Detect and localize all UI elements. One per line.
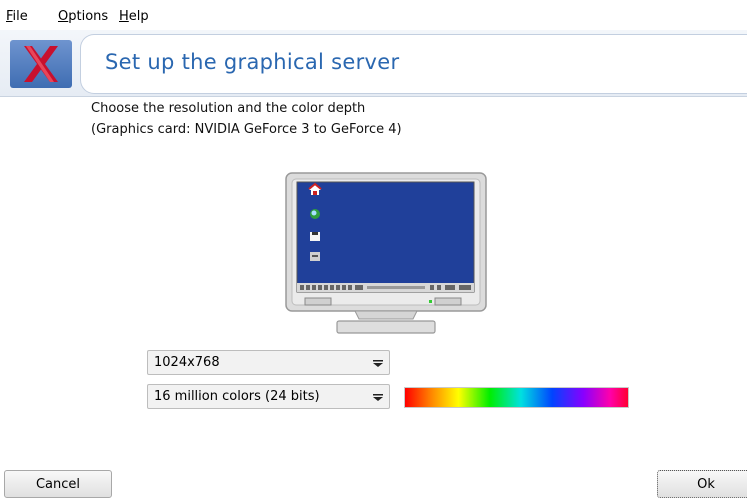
- graphics-card-text: (Graphics card: NVIDIA GeForce 3 to GeFo…: [91, 122, 402, 137]
- menu-file[interactable]: File: [6, 9, 28, 24]
- dropdown-arrow-icon: [367, 351, 389, 374]
- menu-help[interactable]: Help: [119, 9, 149, 24]
- page-title: Set up the graphical server: [105, 50, 400, 74]
- ok-button[interactable]: Ok: [657, 470, 747, 498]
- xfree86-x-icon: [10, 40, 72, 88]
- resolution-value: 1024x768: [154, 355, 220, 370]
- color-depth-select[interactable]: 16 million colors (24 bits): [147, 384, 390, 409]
- resolution-select[interactable]: 1024x768: [147, 350, 390, 375]
- menu-options[interactable]: Options: [58, 9, 108, 24]
- cancel-button[interactable]: Cancel: [4, 470, 112, 498]
- dropdown-arrow-icon: [367, 385, 389, 408]
- color-depth-value: 16 million colors (24 bits): [154, 389, 320, 404]
- menu-bar: File Options Help: [0, 0, 747, 30]
- monitor-preview-icon: [285, 172, 490, 338]
- color-depth-spectrum: [404, 387, 629, 408]
- header-banner: Set up the graphical server: [0, 30, 747, 97]
- instruction-text: Choose the resolution and the color dept…: [91, 101, 366, 116]
